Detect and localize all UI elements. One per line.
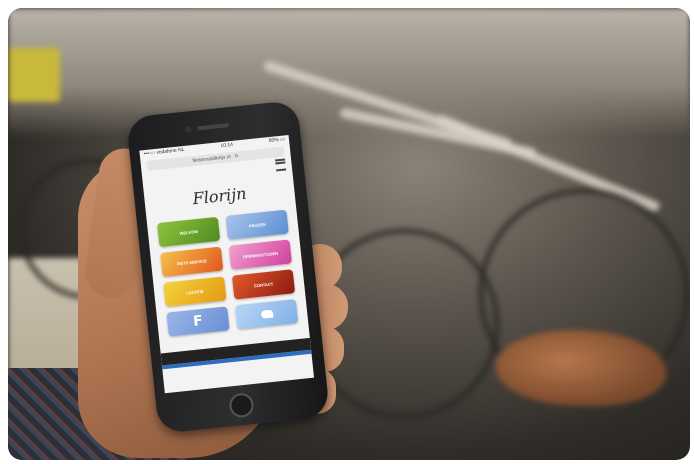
reload-icon[interactable]: ↻ (234, 153, 239, 159)
battery-label: 80% ▭ (268, 136, 286, 145)
twitter-icon (260, 309, 274, 319)
tile-locatie[interactable]: Locatie (163, 276, 227, 307)
phone-screen: •••○○ vodafone NL 10:14 80% ▭ fietsensta… (139, 134, 315, 394)
status-time: 10:14 (220, 141, 234, 150)
facebook-icon: f (192, 312, 204, 330)
tile-contact[interactable]: Contact (231, 269, 296, 300)
url-text[interactable]: fietsenstallorijn.nl (192, 154, 231, 164)
smartphone: •••○○ vodafone NL 10:14 80% ▭ fietsensta… (125, 99, 331, 435)
tile-grid: Welkom Prijzen Fiets service Openingstij… (146, 201, 309, 346)
tile-prijzen[interactable]: Prijzen (225, 209, 289, 240)
tile-twitter[interactable] (235, 299, 299, 330)
menu-icon[interactable] (275, 158, 287, 172)
tile-welkom[interactable]: Welkom (157, 216, 221, 248)
tile-facebook[interactable]: f (166, 306, 230, 337)
yellow-object (8, 48, 60, 102)
tile-fiets-service[interactable]: Fiets service (160, 246, 224, 277)
speaker-grille (197, 123, 230, 131)
front-camera (185, 126, 192, 133)
background-photo: •••○○ vodafone NL 10:14 80% ▭ fietsensta… (8, 8, 690, 460)
tile-openingstijden[interactable]: Openingstijden (228, 239, 292, 270)
home-button[interactable] (228, 392, 255, 419)
